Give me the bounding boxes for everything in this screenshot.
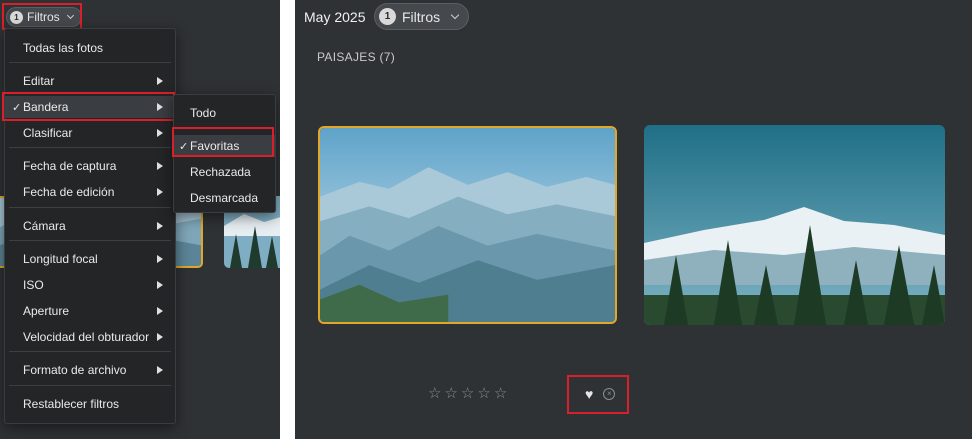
chevron-right-icon bbox=[157, 188, 163, 196]
menu-item-camara[interactable]: Cámara bbox=[5, 215, 175, 237]
chevron-right-icon bbox=[157, 129, 163, 137]
menu-item-label: Fecha de edición bbox=[23, 185, 115, 199]
chevron-right-icon bbox=[157, 103, 163, 111]
heart-icon[interactable]: ♥ bbox=[585, 386, 593, 402]
menu-item-label: Restablecer filtros bbox=[23, 397, 120, 411]
submenu-item-rechazada[interactable]: Rechazada bbox=[174, 161, 275, 183]
star-icon[interactable]: ☆ bbox=[461, 386, 474, 402]
star-icon[interactable]: ☆ bbox=[428, 386, 441, 402]
filter-chip-label: Filtros bbox=[402, 8, 441, 25]
submenu-item-favoritas[interactable]: ✓ Favoritas bbox=[174, 135, 275, 157]
menu-divider bbox=[9, 351, 171, 352]
menu-divider bbox=[9, 147, 171, 148]
submenu-item-label: Rechazada bbox=[190, 165, 251, 179]
menu-divider bbox=[9, 385, 171, 386]
date-title: May 2025 bbox=[304, 9, 366, 25]
menu-item-velocidad-del-obturador[interactable]: Velocidad del obturador bbox=[5, 326, 175, 348]
chevron-right-icon bbox=[157, 77, 163, 85]
chevron-right-icon bbox=[157, 366, 163, 374]
menu-item-bandera[interactable]: ✓ Bandera bbox=[5, 96, 175, 118]
menu-item-longitud-focal[interactable]: Longitud focal bbox=[5, 248, 175, 270]
menu-item-label: Bandera bbox=[23, 100, 69, 114]
flag-actions: ♥ × bbox=[585, 386, 616, 402]
chevron-right-icon bbox=[157, 281, 163, 289]
chevron-down-icon bbox=[450, 10, 460, 19]
menu-divider bbox=[9, 240, 171, 241]
filter-chip[interactable]: 1 Filtros bbox=[374, 3, 470, 30]
menu-item-fecha-de-edicion[interactable]: Fecha de edición bbox=[5, 181, 175, 203]
star-rating[interactable]: ☆ ☆ ☆ ☆ ☆ bbox=[428, 386, 507, 402]
menu-item-label: Aperture bbox=[23, 304, 70, 318]
menu-divider bbox=[9, 207, 171, 208]
menu-item-label: Clasificar bbox=[23, 126, 73, 140]
menu-item-label: Longitud focal bbox=[23, 252, 98, 266]
star-icon[interactable]: ☆ bbox=[494, 386, 507, 402]
chevron-right-icon bbox=[157, 255, 163, 263]
reject-icon[interactable]: × bbox=[603, 388, 616, 400]
menu-divider bbox=[9, 62, 171, 63]
menu-item-editar[interactable]: Editar bbox=[5, 70, 175, 92]
menu-item-label: ISO bbox=[23, 278, 44, 292]
menu-item-aperture[interactable]: Aperture bbox=[5, 300, 175, 322]
star-icon[interactable]: ☆ bbox=[444, 386, 457, 402]
menu-item-label: Todas las fotos bbox=[23, 41, 104, 55]
filter-count-badge: 1 bbox=[379, 8, 396, 25]
menu-item-clasificar[interactable]: Clasificar bbox=[5, 122, 175, 144]
chevron-right-icon bbox=[157, 333, 163, 341]
star-icon[interactable]: ☆ bbox=[477, 386, 490, 402]
chevron-down-icon bbox=[66, 11, 74, 20]
filter-menu: Todas las fotos Editar ✓ Bandera Clasificar F… bbox=[4, 28, 176, 424]
menu-item-label: Velocidad del obturador bbox=[23, 330, 150, 344]
filter-chip[interactable]: 1 Filtros bbox=[6, 7, 82, 27]
checkmark-icon: ✓ bbox=[12, 101, 22, 114]
menu-item-restablecer-filtros[interactable]: Restablecer filtros bbox=[5, 393, 175, 415]
chevron-right-icon bbox=[157, 307, 163, 315]
menu-item-todas-las-fotos[interactable]: Todas las fotos bbox=[5, 37, 175, 59]
flag-submenu: Todo ✓ Favoritas Rechazada Desmarcada bbox=[173, 94, 276, 213]
menu-item-formato-de-archivo[interactable]: Formato de archivo bbox=[5, 359, 175, 381]
menu-item-iso[interactable]: ISO bbox=[5, 274, 175, 296]
menu-item-label: Editar bbox=[23, 74, 55, 88]
menu-item-label: Fecha de captura bbox=[23, 159, 117, 173]
section-label: PAISAJES (7) bbox=[317, 50, 396, 64]
filter-chip-label: Filtros bbox=[27, 10, 60, 24]
filter-count-badge: 1 bbox=[10, 10, 23, 24]
menu-item-label: Cámara bbox=[23, 219, 66, 233]
right-panel: May 2025 1 Filtros PAISAJES (7) ☆ ☆ ☆ ☆ … bbox=[295, 0, 972, 439]
menu-item-fecha-de-captura[interactable]: Fecha de captura bbox=[5, 155, 175, 177]
menu-item-label: Formato de archivo bbox=[23, 363, 127, 377]
submenu-item-desmarcada[interactable]: Desmarcada bbox=[174, 187, 275, 209]
chevron-right-icon bbox=[157, 222, 163, 230]
submenu-item-label: Todo bbox=[190, 106, 217, 120]
submenu-item-label: Favoritas bbox=[190, 139, 240, 153]
submenu-item-label: Desmarcada bbox=[190, 191, 259, 205]
left-panel: 1 Filtros Todas las fotos Editar ✓ Bandera C… bbox=[0, 0, 280, 439]
checkmark-icon: ✓ bbox=[179, 140, 189, 153]
submenu-item-todo[interactable]: Todo bbox=[174, 102, 275, 124]
chevron-right-icon bbox=[157, 162, 163, 170]
photo-misty-hills[interactable] bbox=[318, 126, 617, 324]
photo-snowy-mountain[interactable] bbox=[644, 125, 945, 325]
